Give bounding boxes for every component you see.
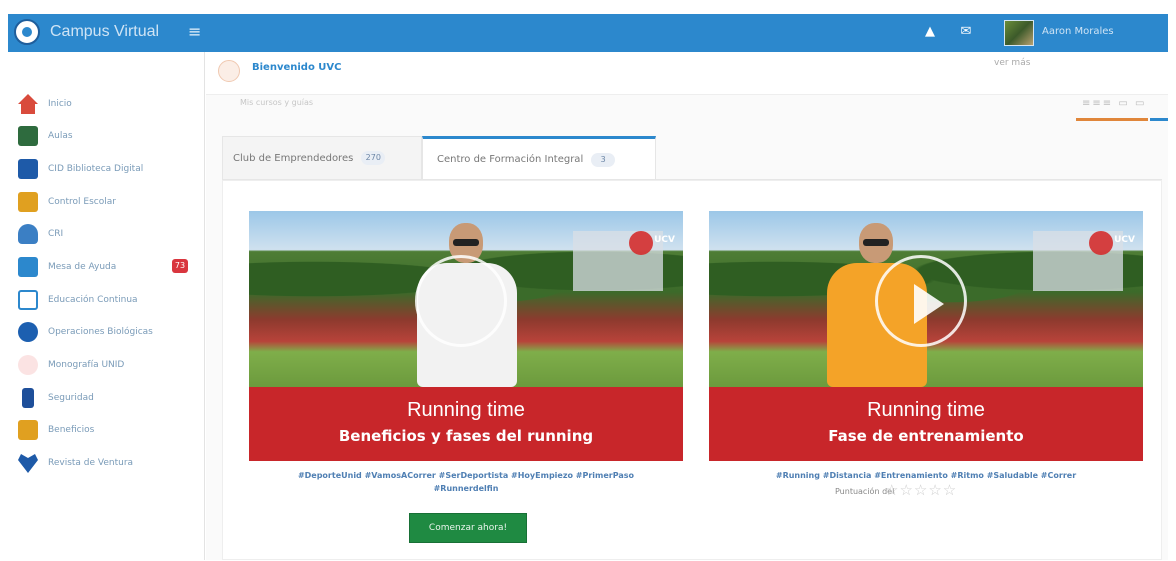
main-content: Bienvenido UVC ver más Mis cursos y guía… bbox=[206, 52, 1168, 560]
star-rating[interactable]: ☆☆☆☆☆ bbox=[885, 481, 957, 499]
top-navigation-bar: Campus Virtual ≡ ▲ ✉ Aaron Morales bbox=[8, 14, 1168, 52]
sidebar-item-educacion-continua[interactable]: Educación Continua bbox=[18, 288, 198, 312]
folder-icon bbox=[18, 192, 38, 212]
section-subtitle: Mis cursos y guías bbox=[240, 98, 314, 107]
sidebar-item-label: CID Biblioteca Digital bbox=[48, 164, 144, 174]
user-avatar[interactable] bbox=[1004, 20, 1034, 46]
card-hashtags: #DeporteUnid #VamosACorrer #SerDeportist… bbox=[297, 471, 635, 493]
breadcrumb-title[interactable]: Bienvenido UVC bbox=[252, 62, 342, 73]
sidebar-item-label: Mesa de Ayuda bbox=[48, 262, 117, 272]
video-title: Running time bbox=[407, 399, 525, 421]
start-now-button[interactable]: Comenzar ahora! bbox=[409, 513, 527, 543]
video-subtitle: Fase de entrenamiento bbox=[828, 427, 1024, 445]
globe-icon bbox=[18, 322, 38, 342]
brand-title[interactable]: Campus Virtual bbox=[50, 23, 159, 41]
tab-club-emprendedores[interactable]: Club de Emprendedores 270 bbox=[222, 136, 422, 180]
help-count-badge: 73 bbox=[172, 259, 188, 273]
tab-label: Centro de Formación Integral bbox=[437, 154, 584, 165]
sidebar-item-aulas[interactable]: Aulas bbox=[18, 124, 198, 148]
sidebar-item-label: Operaciones Biológicas bbox=[48, 327, 153, 337]
sidebar-item-inicio[interactable]: Inicio bbox=[18, 92, 198, 116]
sidebar-item-label: Educación Continua bbox=[48, 295, 138, 305]
video-banner: Running time Beneficios y fases del runn… bbox=[249, 387, 683, 461]
sidebar-item-biblioteca[interactable]: CID Biblioteca Digital bbox=[18, 157, 198, 181]
hamburger-menu-icon[interactable]: ≡ bbox=[188, 22, 201, 41]
gift-icon bbox=[18, 420, 38, 440]
classroom-icon bbox=[18, 126, 38, 146]
people-icon bbox=[18, 224, 38, 244]
video-title: Running time bbox=[867, 399, 985, 421]
sidebar-item-label: Seguridad bbox=[48, 393, 94, 403]
video-banner: Running time Fase de entrenamiento bbox=[709, 387, 1143, 461]
campus-logo-icon[interactable] bbox=[14, 19, 40, 45]
accent-bar-blue bbox=[1150, 118, 1168, 121]
play-button-icon[interactable] bbox=[415, 255, 507, 347]
ucv-label: UCV bbox=[654, 235, 675, 245]
sidebar-item-label: Monografía UNID bbox=[48, 360, 125, 370]
course-panel: UCV Running time Beneficios y fases del … bbox=[222, 180, 1162, 560]
tab-label: Club de Emprendedores bbox=[233, 152, 354, 164]
sidebar-item-beneficios[interactable]: Beneficios bbox=[18, 418, 198, 442]
sidebar-item-operaciones[interactable]: Operaciones Biológicas bbox=[18, 320, 198, 344]
view-toggle-icon[interactable]: ≡≡≡ ▭ ▭ bbox=[1082, 98, 1146, 109]
sidebar-item-control-escolar[interactable]: Control Escolar bbox=[18, 190, 198, 214]
help-icon bbox=[18, 257, 38, 277]
sunglasses bbox=[863, 239, 889, 246]
notification-bell-icon[interactable]: ▲ bbox=[922, 24, 938, 40]
ucv-logo-icon bbox=[1089, 231, 1113, 255]
sidebar: Inicio Aulas CID Biblioteca Digital Cont… bbox=[8, 52, 205, 560]
sunglasses bbox=[453, 239, 479, 246]
sidebar-item-label: Aulas bbox=[48, 131, 73, 141]
sidebar-item-seguridad[interactable]: Seguridad bbox=[18, 386, 198, 410]
sidebar-item-label: CRI bbox=[48, 229, 64, 239]
course-card: UCV Running time Beneficios y fases del … bbox=[249, 211, 683, 561]
heart-icon bbox=[18, 454, 38, 473]
education-icon bbox=[18, 290, 38, 310]
sidebar-item-cri[interactable]: CRI bbox=[18, 222, 198, 246]
sidebar-item-label: Beneficios bbox=[48, 425, 95, 435]
sidebar-item-revista[interactable]: Revista de Ventura bbox=[18, 451, 198, 475]
ucv-label: UCV bbox=[1114, 235, 1135, 245]
play-button-icon[interactable] bbox=[875, 255, 967, 347]
video-subtitle: Beneficios y fases del running bbox=[338, 427, 594, 445]
sidebar-item-label: Control Escolar bbox=[48, 197, 116, 207]
video-thumbnail[interactable]: UCV bbox=[709, 211, 1143, 387]
sidebar-item-monografia[interactable]: Monografía UNID bbox=[18, 353, 198, 377]
accent-bar-orange bbox=[1076, 118, 1148, 121]
tab-count-badge: 270 bbox=[361, 151, 386, 165]
lock-icon bbox=[22, 388, 34, 408]
breadcrumb: Bienvenido UVC ver más bbox=[206, 52, 1168, 95]
home-icon bbox=[18, 94, 38, 114]
user-name[interactable]: Aaron Morales bbox=[1042, 26, 1114, 37]
sidebar-item-mesa-de-ayuda[interactable]: Mesa de Ayuda 73 bbox=[18, 255, 198, 279]
sidebar-item-label: Inicio bbox=[48, 99, 72, 109]
sidebar-item-label: Revista de Ventura bbox=[48, 458, 134, 468]
play-triangle-icon bbox=[914, 284, 944, 324]
book-icon bbox=[18, 159, 38, 179]
tab-centro-formacion[interactable]: Centro de Formación Integral 3 bbox=[422, 136, 656, 180]
profile-badge-icon bbox=[218, 60, 240, 82]
course-card: UCV Running time Fase de entrenamiento #… bbox=[709, 211, 1143, 561]
document-icon bbox=[18, 355, 38, 375]
tab-count-badge: 3 bbox=[591, 152, 616, 167]
mail-icon[interactable]: ✉ bbox=[958, 24, 974, 40]
ucv-logo-icon bbox=[629, 231, 653, 255]
video-thumbnail[interactable]: UCV bbox=[249, 211, 683, 387]
top-right-hint[interactable]: ver más bbox=[994, 58, 1030, 68]
